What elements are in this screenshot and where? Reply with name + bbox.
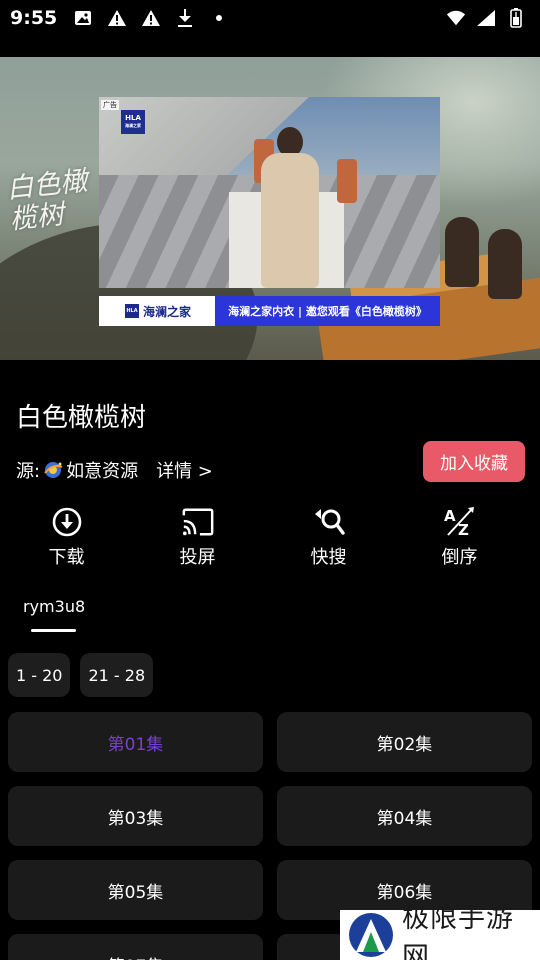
ad-photo: 广告 HLA 海澜之家 (99, 97, 440, 288)
source-prefix: 源: (16, 461, 41, 482)
status-left-icons (73, 8, 229, 28)
watermark-text: 极限手游网 (402, 903, 514, 960)
quick-search-button[interactable]: 快搜 (263, 505, 394, 569)
video-poster[interactable]: 白色橄榄树 广告 HLA 海澜之家 HLA 海澜之家 海澜之家内衣 | 邀您观看… (0, 57, 540, 360)
ad-bar[interactable]: HLA 海澜之家 海澜之家内衣 | 邀您观看《白色橄榄树》 (99, 296, 440, 326)
download-icon (175, 8, 195, 28)
signal-icon (476, 8, 496, 28)
ad-brand-logo: HLA 海澜之家 (121, 110, 145, 134)
download-button[interactable]: 下载 (1, 505, 132, 569)
episode-button[interactable]: 第02集 (277, 712, 532, 772)
episode-button[interactable]: 第04集 (277, 786, 532, 846)
action-bar: 下载 投屏 快搜 AZ 倒序 (0, 505, 540, 569)
range-chip[interactable]: 1 - 20 (8, 653, 71, 697)
detail-link[interactable]: 详情 > (156, 457, 213, 483)
download-circle-icon (50, 505, 84, 539)
source-name[interactable]: 如意资源 (66, 457, 138, 483)
ad-mini-logo: HLA (125, 304, 139, 318)
poster-calligraphy: 白色橄榄树 (5, 165, 89, 236)
reverse-order-button[interactable]: AZ 倒序 (394, 505, 525, 569)
status-time: 9:55 (10, 7, 58, 29)
sort-az-icon: AZ (443, 505, 477, 539)
cast-button[interactable]: 投屏 (132, 505, 263, 569)
action-label: 下载 (48, 547, 85, 568)
site-watermark: 极限手游网 (340, 903, 540, 960)
source-icon (42, 459, 64, 481)
cast-icon (181, 505, 215, 539)
svg-text:A: A (444, 507, 456, 525)
battery-icon (506, 8, 526, 28)
source-row: 源: 如意资源 详情 > (16, 457, 213, 483)
ad-tag: 广告 (101, 100, 119, 110)
range-chip[interactable]: 21 - 28 (80, 653, 154, 697)
watermark-logo-icon (348, 912, 394, 958)
status-right-icons (446, 8, 526, 28)
alert-icon (107, 8, 127, 28)
episode-button[interactable]: 第05集 (8, 860, 263, 920)
dot-icon (209, 8, 229, 28)
action-label: 倒序 (441, 547, 478, 568)
add-favorite-button[interactable]: 加入收藏 (423, 441, 525, 482)
poster-figure (488, 229, 522, 299)
episode-button[interactable]: 第01集 (8, 712, 263, 772)
ad-banner[interactable]: 广告 HLA 海澜之家 HLA 海澜之家 海澜之家内衣 | 邀您观看《白色橄榄树… (99, 97, 440, 326)
image-icon (73, 8, 93, 28)
ad-bar-slogan: 海澜之家内衣 | 邀您观看《白色橄榄树》 (215, 296, 440, 326)
ad-chimney-pot (337, 159, 357, 203)
tab-source[interactable]: rym3u8 (23, 597, 85, 616)
show-title: 白色橄榄树 (16, 403, 147, 433)
alert-icon (141, 8, 161, 28)
episode-button[interactable]: 第03集 (8, 786, 263, 846)
wifi-icon (446, 8, 466, 28)
episode-ranges: 1 - 20 21 - 28 (8, 653, 154, 697)
poster-figure (445, 217, 479, 287)
status-bar: 9:55 (0, 0, 540, 36)
action-label: 快搜 (310, 547, 347, 568)
tab-underline (31, 629, 76, 632)
action-label: 投屏 (179, 547, 216, 568)
search-icon (312, 505, 346, 539)
episode-button[interactable]: 第07集 (8, 934, 263, 960)
ad-model (259, 127, 321, 288)
ad-bar-brand: HLA 海澜之家 (99, 296, 215, 326)
